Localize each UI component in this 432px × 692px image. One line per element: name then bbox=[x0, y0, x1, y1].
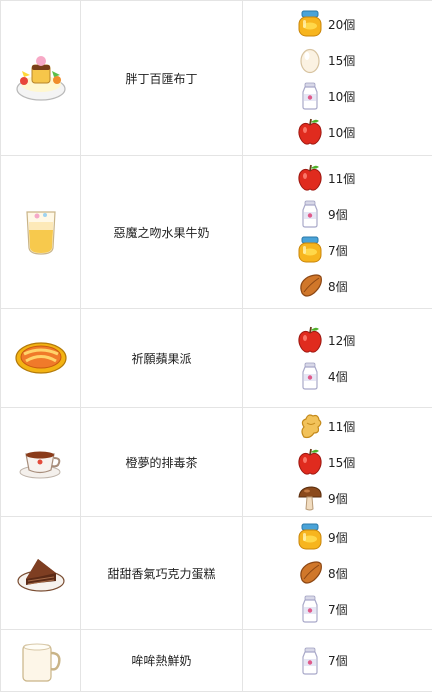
recipe-name: 哞哞熱鮮奶 bbox=[81, 630, 243, 692]
ingredient-qty: 11個 bbox=[328, 418, 355, 435]
recipe-name: 祈願蘋果派 bbox=[81, 309, 243, 408]
ingredient-qty: 9個 bbox=[328, 206, 348, 223]
ingredient-qty: 11個 bbox=[328, 170, 355, 187]
honey-icon bbox=[296, 9, 324, 39]
dish-cell bbox=[1, 630, 81, 692]
apple-icon bbox=[296, 117, 324, 147]
list-item: 11個 bbox=[243, 160, 432, 196]
ingredients-cell: 11個 9個 7個 8個 bbox=[243, 156, 432, 309]
table-row: 甜甜香氣巧克力蛋糕 9個 8個 7個 bbox=[1, 517, 432, 630]
list-item: 9個 bbox=[243, 480, 432, 516]
cacao-icon bbox=[296, 558, 324, 588]
honey-icon bbox=[296, 522, 324, 552]
table-row: 惡魔之吻水果牛奶 11個 9個 7個 8個 bbox=[1, 156, 432, 309]
ingredient-qty: 10個 bbox=[328, 88, 355, 105]
ingredient-qty: 7個 bbox=[328, 652, 348, 669]
dish-cell bbox=[1, 1, 81, 156]
list-item: 10個 bbox=[243, 114, 432, 150]
ingredient-qty: 20個 bbox=[328, 16, 355, 33]
list-item: 12個 bbox=[243, 322, 432, 358]
table-row: 哞哞熱鮮奶 7個 bbox=[1, 630, 432, 692]
ingredient-qty: 10個 bbox=[328, 124, 355, 141]
recipe-name: 橙夢的排毒茶 bbox=[81, 408, 243, 517]
list-item: 15個 bbox=[243, 444, 432, 480]
dish-cell bbox=[1, 517, 81, 630]
hot-milk-icon bbox=[19, 639, 63, 683]
list-item: 9個 bbox=[243, 519, 432, 555]
ingredient-qty: 15個 bbox=[328, 454, 355, 471]
tea-icon bbox=[18, 444, 64, 480]
recipe-name: 惡魔之吻水果牛奶 bbox=[81, 156, 243, 309]
milk-icon bbox=[296, 594, 324, 624]
cacao-icon bbox=[296, 271, 324, 301]
list-item: 7個 bbox=[243, 591, 432, 627]
mushroom-icon bbox=[296, 483, 324, 513]
ingredient-qty: 15個 bbox=[328, 52, 355, 69]
list-item: 11個 bbox=[243, 408, 432, 444]
fruit-milk-icon bbox=[23, 208, 59, 256]
list-item: 15個 bbox=[243, 42, 432, 78]
ingredient-qty: 9個 bbox=[328, 529, 348, 546]
dish-cell bbox=[1, 309, 81, 408]
chocolate-cake-icon bbox=[16, 553, 66, 593]
ginger-icon bbox=[296, 411, 324, 441]
apple-pie-icon bbox=[14, 340, 68, 376]
ingredient-qty: 4個 bbox=[328, 368, 348, 385]
milk-icon bbox=[296, 81, 324, 111]
ingredient-qty: 7個 bbox=[328, 242, 348, 259]
ingredients-cell: 20個 15個 10個 10個 bbox=[243, 1, 432, 156]
ingredient-qty: 8個 bbox=[328, 565, 348, 582]
dish-cell bbox=[1, 156, 81, 309]
table-row: 胖丁百匯布丁 20個 15個 10個 10個 bbox=[1, 1, 432, 156]
milk-icon bbox=[296, 199, 324, 229]
list-item: 10個 bbox=[243, 78, 432, 114]
ingredients-cell: 9個 8個 7個 bbox=[243, 517, 432, 630]
milk-icon bbox=[296, 646, 324, 676]
recipe-table: 胖丁百匯布丁 20個 15個 10個 10個 惡魔之吻水果牛奶 bbox=[0, 0, 432, 692]
list-item: 7個 bbox=[243, 232, 432, 268]
list-item: 9個 bbox=[243, 196, 432, 232]
list-item: 7個 bbox=[243, 643, 432, 679]
egg-icon bbox=[296, 45, 324, 75]
apple-icon bbox=[296, 163, 324, 193]
milk-icon bbox=[296, 361, 324, 391]
list-item: 20個 bbox=[243, 6, 432, 42]
ingredient-qty: 12個 bbox=[328, 332, 355, 349]
dish-cell bbox=[1, 408, 81, 517]
list-item: 4個 bbox=[243, 358, 432, 394]
table-row: 橙夢的排毒茶 11個 15個 9個 bbox=[1, 408, 432, 517]
ingredient-qty: 8個 bbox=[328, 278, 348, 295]
table-row: 祈願蘋果派 12個 4個 bbox=[1, 309, 432, 408]
ingredient-qty: 7個 bbox=[328, 601, 348, 618]
apple-icon bbox=[296, 325, 324, 355]
ingredients-cell: 11個 15個 9個 bbox=[243, 408, 432, 517]
list-item: 8個 bbox=[243, 555, 432, 591]
ingredient-qty: 9個 bbox=[328, 490, 348, 507]
list-item: 8個 bbox=[243, 268, 432, 304]
honey-icon bbox=[296, 235, 324, 265]
ingredients-cell: 12個 4個 bbox=[243, 309, 432, 408]
apple-icon bbox=[296, 447, 324, 477]
recipe-name: 胖丁百匯布丁 bbox=[81, 1, 243, 156]
recipe-name: 甜甜香氣巧克力蛋糕 bbox=[81, 517, 243, 630]
pudding-parfait-icon bbox=[14, 53, 68, 103]
ingredients-cell: 7個 bbox=[243, 630, 432, 692]
